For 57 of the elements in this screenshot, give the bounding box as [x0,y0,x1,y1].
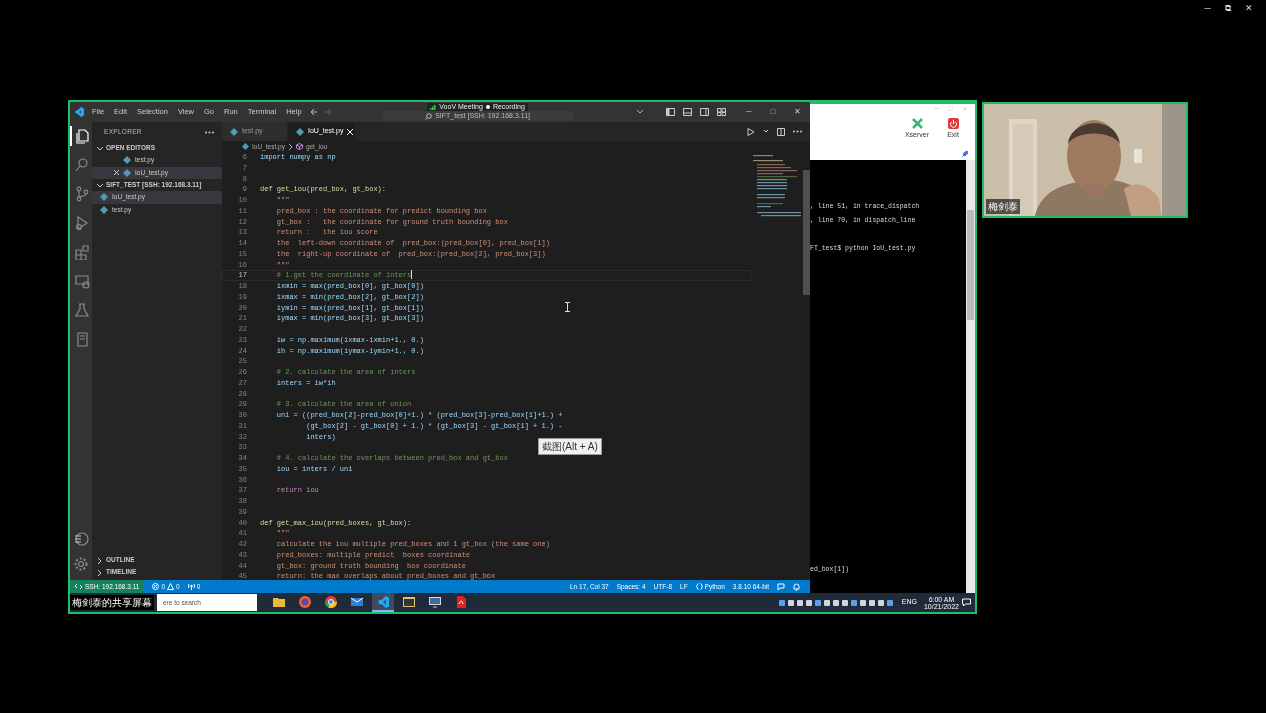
cross-icon [911,118,923,129]
chevron-down-icon[interactable] [636,109,644,115]
python-file-icon [296,127,304,136]
layout-icon[interactable] [683,108,692,116]
wheel-icon [324,594,338,609]
split-icon[interactable] [777,127,785,136]
layout-icon[interactable] [666,108,675,116]
scrollbar-thumb[interactable] [803,170,810,295]
chevron-right-icon [287,143,293,150]
window-control-button[interactable]: ⧉ [1218,0,1238,16]
text-caret [411,270,413,280]
ribbon-icon [376,594,390,609]
text-cursor-icon [565,302,570,312]
list-circle-icon[interactable] [73,531,89,547]
signal-icon [430,104,437,110]
more-icon[interactable] [793,130,802,133]
share-label: 梅剑泰的共享屏幕 [70,595,154,610]
layout-icon[interactable] [717,108,726,116]
settings-icon[interactable] [73,556,89,572]
monitor-icon[interactable] [74,273,90,289]
app-logo-icon [74,107,84,117]
error-icon [152,583,160,590]
files-icon[interactable] [74,128,90,144]
window-control-button[interactable]: ✕ [1238,0,1260,16]
play-bug-icon[interactable] [74,215,90,231]
bell-icon[interactable] [793,582,800,591]
branch-icon[interactable] [74,186,90,202]
tooltip: 截图(Alt + A) [538,438,602,455]
remote-icon [75,583,82,590]
notification-icon[interactable] [962,598,971,607]
participant-name: 梅剑泰 [986,199,1020,214]
flask-icon[interactable] [74,302,90,318]
pin-icon [961,150,969,158]
taskbar-button[interactable] [372,593,394,612]
more-icon[interactable] [205,130,214,134]
search-icon[interactable] [74,157,90,173]
document-icon [454,594,468,609]
search-icon [425,112,433,120]
close-icon[interactable] [114,170,119,176]
run-icon[interactable] [747,127,755,136]
monitor-icon [428,594,442,609]
window-icon [402,594,416,609]
window-control-button[interactable]: ─ [1197,0,1218,16]
feedback-icon[interactable] [777,582,785,591]
globe-icon [298,594,312,609]
scrollbar[interactable] [966,160,975,593]
braces-icon [695,583,703,590]
antenna-icon [187,583,195,590]
power-icon [947,118,959,129]
layout-icon[interactable] [700,108,709,116]
blocks-icon[interactable] [74,244,90,260]
tray-icons-drawing[interactable] [778,597,895,608]
warning-icon [167,583,175,590]
record-dot-icon [485,105,490,109]
cube-icon [295,143,303,150]
back-icon[interactable] [309,108,318,116]
chevron-down-icon[interactable] [763,129,769,134]
